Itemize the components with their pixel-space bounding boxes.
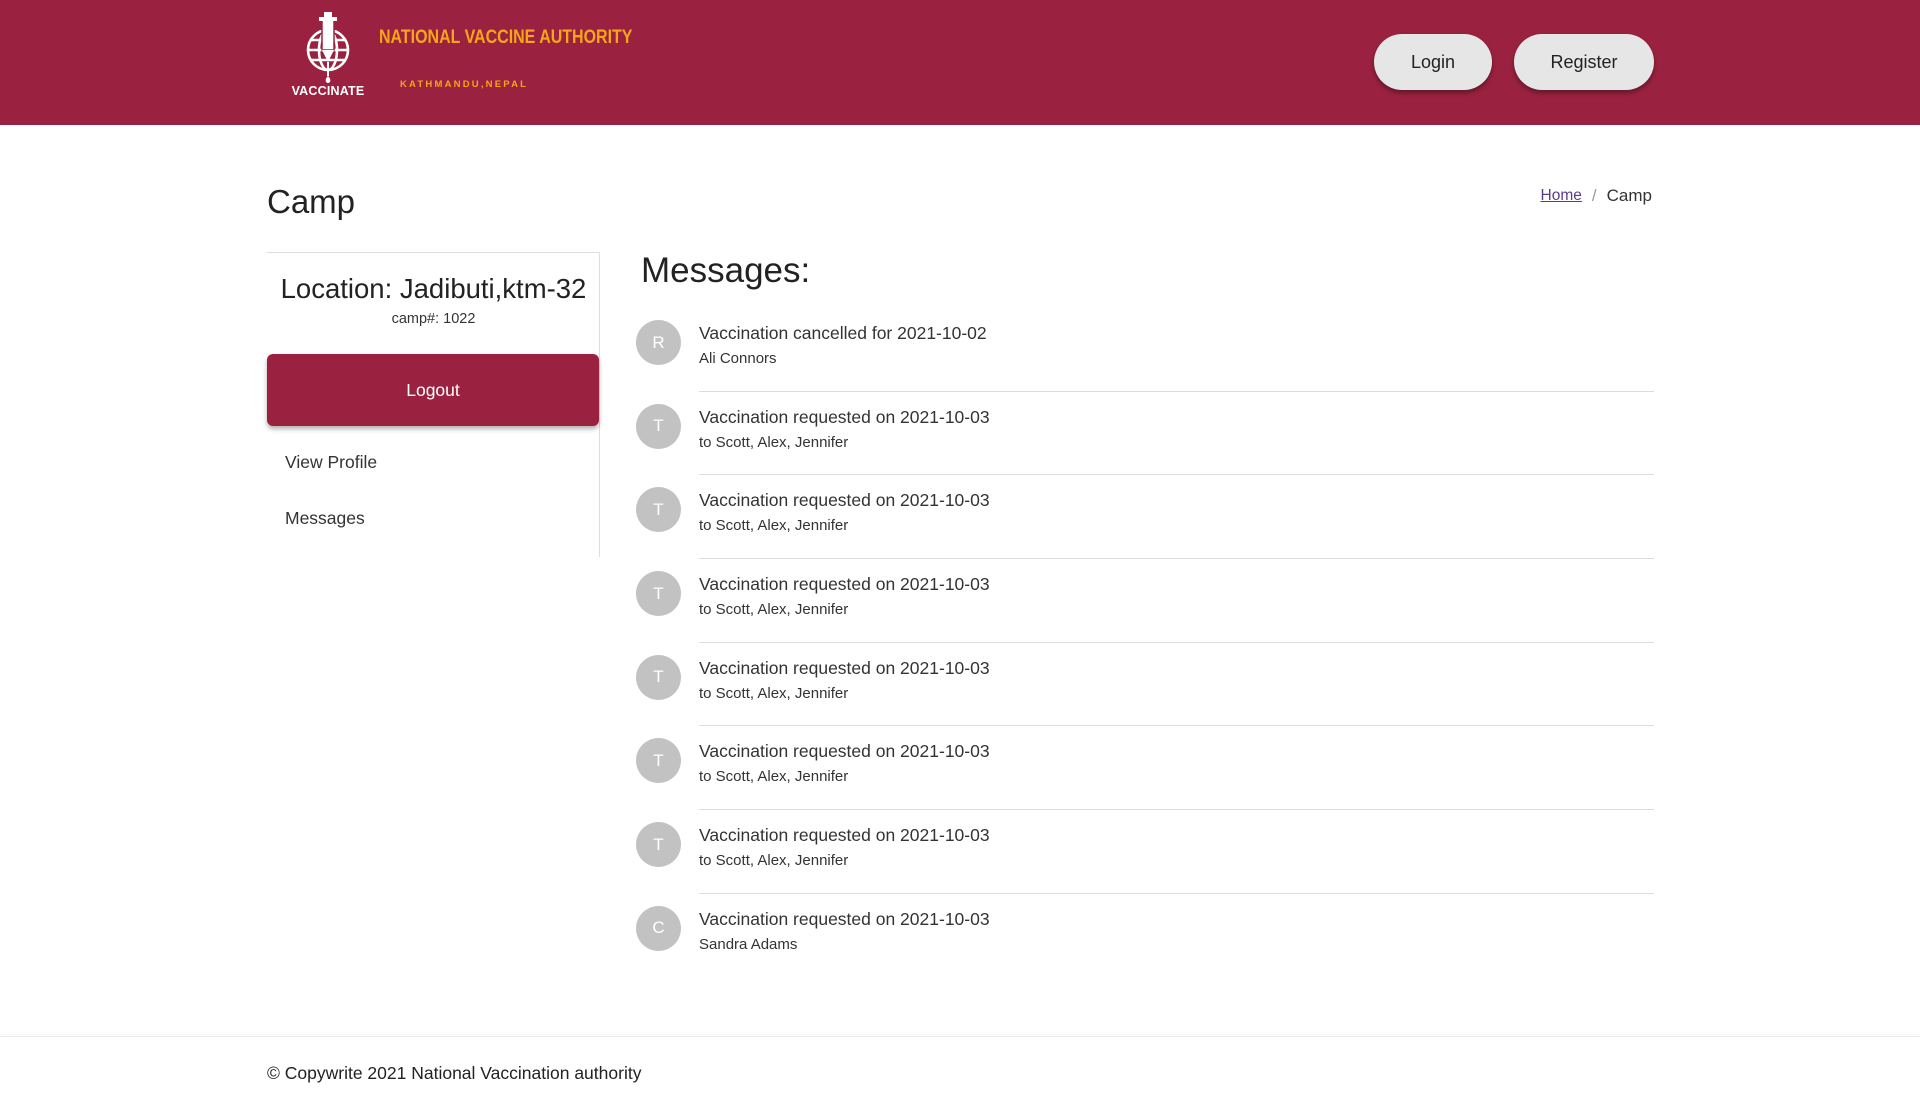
login-button[interactable]: Login <box>1374 34 1492 90</box>
camp-location: Location: Jadibuti,ktm-32 <box>280 273 587 304</box>
page-title: Camp <box>267 183 356 220</box>
avatar: T <box>636 403 681 449</box>
register-button[interactable]: Register <box>1514 34 1654 90</box>
message-title: Vaccination requested on 2021-10-03 <box>699 574 990 595</box>
message-item[interactable]: T Vaccination requested on 2021-10-03 to… <box>636 810 1654 894</box>
avatar: T <box>636 487 681 533</box>
sidebar: Location: Jadibuti,ktm-32 camp#: 1022 Lo… <box>267 252 600 557</box>
breadcrumb-home-link[interactable]: Home <box>1541 187 1582 205</box>
message-subtitle: to Scott, Alex, Jennifer <box>699 684 849 702</box>
sidebar-item-messages[interactable]: Messages <box>285 508 365 529</box>
syringe-globe-icon <box>306 12 350 83</box>
message-item[interactable]: R Vaccination cancelled for 2021-10-02 A… <box>636 308 1654 392</box>
brand-subtitle: KATHMANDU,NEPAL <box>400 79 529 90</box>
message-title: Vaccination requested on 2021-10-03 <box>699 741 990 762</box>
logout-button[interactable]: Logout <box>267 354 599 426</box>
message-subtitle: Sandra Adams <box>699 935 798 953</box>
vaccinate-logo[interactable]: VACCINATE <box>288 12 368 102</box>
message-item[interactable]: T Vaccination requested on 2021-10-03 to… <box>636 559 1654 643</box>
message-item[interactable]: C Vaccination requested on 2021-10-03 Sa… <box>636 894 1654 978</box>
avatar: T <box>636 654 681 700</box>
site-footer: © Copywrite 2021 National Vaccination au… <box>0 1036 1920 1111</box>
brand-title: NATIONAL VACCINE AUTHORITY <box>379 26 633 48</box>
message-title: Vaccination requested on 2021-10-03 <box>699 657 990 678</box>
site-header: VACCINATE NATIONAL VACCINE AUTHORITY KAT… <box>0 0 1920 125</box>
messages-heading: Messages: <box>641 251 811 290</box>
sidebar-item-view-profile[interactable]: View Profile <box>285 452 377 473</box>
breadcrumb: Home / Camp <box>1541 186 1652 206</box>
message-subtitle: Ali Connors <box>699 350 777 367</box>
message-item[interactable]: T Vaccination requested on 2021-10-03 to… <box>636 475 1654 560</box>
message-subtitle: to Scott, Alex, Jennifer <box>699 852 849 870</box>
logo-word: VACCINATE <box>291 84 365 98</box>
message-title: Vaccination requested on 2021-10-03 <box>699 825 990 846</box>
message-title: Vaccination requested on 2021-10-03 <box>699 490 990 511</box>
message-subtitle: to Scott, Alex, Jennifer <box>699 768 849 786</box>
message-title: Vaccination requested on 2021-10-03 <box>699 908 990 929</box>
message-title: Vaccination requested on 2021-10-03 <box>699 406 990 427</box>
message-subtitle: to Scott, Alex, Jennifer <box>699 433 849 451</box>
breadcrumb-current: Camp <box>1606 186 1652 205</box>
camp-number: camp#: 1022 <box>391 311 476 327</box>
avatar: T <box>636 822 681 868</box>
breadcrumb-separator: / <box>1591 186 1597 205</box>
avatar: R <box>636 320 681 365</box>
avatar: T <box>636 571 681 617</box>
message-item[interactable]: T Vaccination requested on 2021-10-03 to… <box>636 643 1654 727</box>
message-item[interactable]: T Vaccination requested on 2021-10-03 to… <box>636 726 1654 811</box>
copyright-text: © Copywrite 2021 National Vaccination au… <box>267 1063 642 1083</box>
avatar: C <box>636 905 681 951</box>
avatar: T <box>636 738 681 784</box>
message-title: Vaccination cancelled for 2021-10-02 <box>699 323 987 343</box>
message-subtitle: to Scott, Alex, Jennifer <box>699 517 849 535</box>
message-list: R Vaccination cancelled for 2021-10-02 A… <box>636 308 1654 978</box>
message-item[interactable]: T Vaccination requested on 2021-10-03 to… <box>636 392 1654 476</box>
message-subtitle: to Scott, Alex, Jennifer <box>699 601 849 619</box>
